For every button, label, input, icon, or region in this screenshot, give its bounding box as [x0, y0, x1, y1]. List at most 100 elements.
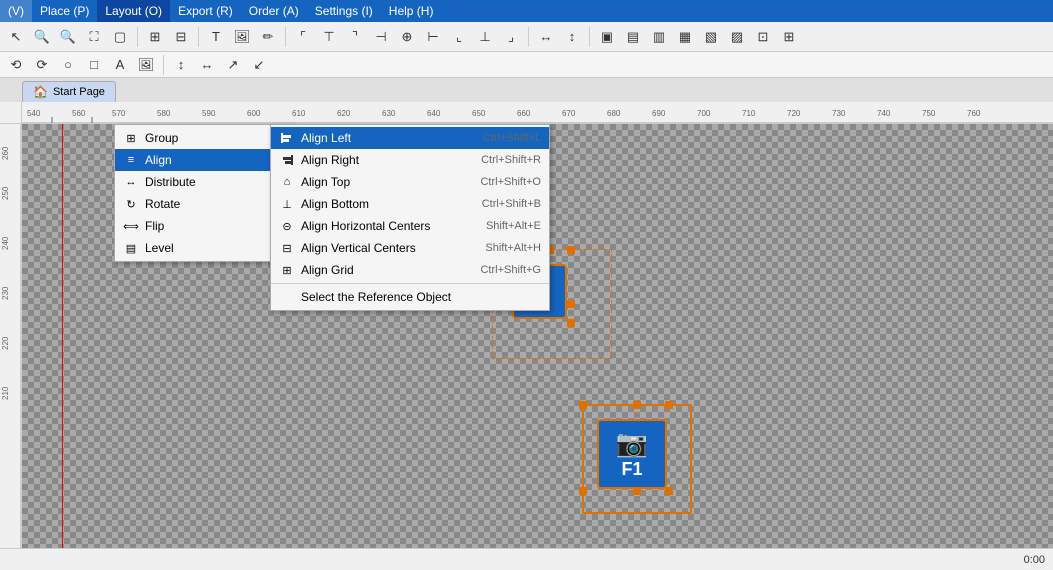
- menu-level[interactable]: ▤ Level ▶: [115, 237, 293, 259]
- handle-mr-1[interactable]: [567, 300, 575, 308]
- handle-bm-2[interactable]: [633, 487, 641, 495]
- tool-more1[interactable]: ▣: [595, 25, 619, 49]
- align-sep: [271, 283, 549, 284]
- menu-v[interactable]: (V): [0, 0, 32, 22]
- menu-rotate[interactable]: ↻ Rotate ▶: [115, 193, 293, 215]
- sub-tool-5[interactable]: A: [108, 53, 132, 77]
- sub-tool-10[interactable]: ↙: [247, 53, 271, 77]
- sub-tool-3[interactable]: ○: [56, 53, 80, 77]
- svg-text:620: 620: [337, 109, 351, 118]
- tool-align-tl[interactable]: ⌜: [291, 25, 315, 49]
- menu-settings[interactable]: Settings (I): [307, 0, 381, 22]
- canvas-object-2[interactable]: 📷 F1: [597, 419, 667, 489]
- red-guide-line: [62, 124, 63, 548]
- tool-fit[interactable]: ⛶: [82, 25, 106, 49]
- sub-tool-7[interactable]: ↕: [169, 53, 193, 77]
- handle-tm-2[interactable]: [633, 401, 641, 409]
- tool-zoom-in[interactable]: 🔍: [30, 25, 54, 49]
- tool-align-bl[interactable]: ⌞: [447, 25, 471, 49]
- handle-br-2[interactable]: [665, 487, 673, 495]
- select-ref-label: Select the Reference Object: [301, 290, 541, 304]
- align-left-shortcut: Ctrl+Shift+L: [463, 132, 541, 144]
- tool-align-tc[interactable]: ⊤: [317, 25, 341, 49]
- align-right-label: Align Right: [301, 153, 455, 167]
- group-label: Group: [145, 131, 271, 145]
- menu-flip[interactable]: ⟺ Flip ▶: [115, 215, 293, 237]
- align-right-item[interactable]: Align Right Ctrl+Shift+R: [271, 149, 549, 171]
- tool-image[interactable]: 🖼: [230, 25, 254, 49]
- handle-bl-2[interactable]: [579, 487, 587, 495]
- sep2: [198, 27, 199, 47]
- align-label: Align: [145, 153, 271, 167]
- handle-tr-2[interactable]: [665, 401, 673, 409]
- sub-tool-8[interactable]: ↔: [195, 53, 219, 77]
- home-icon: 🏠: [33, 85, 48, 99]
- tool-more4[interactable]: ▦: [673, 25, 697, 49]
- align-v-center-item[interactable]: ⊟ Align Vertical Centers Shift+Alt+H: [271, 237, 549, 259]
- sub-tool-4[interactable]: □: [82, 53, 106, 77]
- menu-export[interactable]: Export (R): [170, 0, 241, 22]
- handle-tr-1[interactable]: [567, 246, 575, 254]
- svg-text:240: 240: [1, 236, 10, 250]
- sep5: [589, 27, 590, 47]
- align-right-icon: [279, 152, 295, 168]
- svg-text:760: 760: [967, 109, 981, 118]
- align-h-center-label: Align Horizontal Centers: [301, 219, 460, 233]
- layout-dropdown: ⊞ Group ▶ ≡ Align ▶ ↔ Distribute ▶ ↻ Rot…: [114, 124, 294, 262]
- svg-text:630: 630: [382, 109, 396, 118]
- tool-align-tr[interactable]: ⌝: [343, 25, 367, 49]
- tool-pointer[interactable]: ↖: [4, 25, 28, 49]
- select-ref-item[interactable]: Select the Reference Object: [271, 286, 549, 308]
- menu-group[interactable]: ⊞ Group ▶: [115, 127, 293, 149]
- align-left-item[interactable]: Align Left Ctrl+Shift+L: [271, 127, 549, 149]
- tool-align-mc[interactable]: ⊕: [395, 25, 419, 49]
- tool-dist-h[interactable]: ↔: [534, 25, 558, 49]
- tool-more5[interactable]: ▧: [699, 25, 723, 49]
- align-grid-item[interactable]: ⊞ Align Grid Ctrl+Shift+G: [271, 259, 549, 281]
- tool-select[interactable]: ▢: [108, 25, 132, 49]
- tab-bar: 🏠 Start Page: [0, 78, 1053, 102]
- align-h-center-icon: ⊝: [279, 218, 295, 234]
- menu-order[interactable]: Order (A): [241, 0, 307, 22]
- tool-more2[interactable]: ▤: [621, 25, 645, 49]
- tool-more6[interactable]: ▨: [725, 25, 749, 49]
- align-bottom-item[interactable]: ⊥ Align Bottom Ctrl+Shift+B: [271, 193, 549, 215]
- tool-text[interactable]: T: [204, 25, 228, 49]
- sep4: [528, 27, 529, 47]
- start-page-tab[interactable]: 🏠 Start Page: [22, 81, 116, 102]
- sub-tool-9[interactable]: ↗: [221, 53, 245, 77]
- tool-align-mr[interactable]: ⊢: [421, 25, 445, 49]
- svg-text:580: 580: [157, 109, 171, 118]
- align-top-label: Align Top: [301, 175, 454, 189]
- tool-align-ml[interactable]: ⊣: [369, 25, 393, 49]
- sub-tool-6[interactable]: 🖼: [134, 53, 158, 77]
- align-menu-icon: ≡: [123, 152, 139, 168]
- tool-group[interactable]: ⊞: [143, 25, 167, 49]
- svg-text:690: 690: [652, 109, 666, 118]
- align-h-center-item[interactable]: ⊝ Align Horizontal Centers Shift+Alt+E: [271, 215, 549, 237]
- tool-more3[interactable]: ▥: [647, 25, 671, 49]
- tool-more7[interactable]: ⊡: [751, 25, 775, 49]
- sub-tool-2[interactable]: ⟳: [30, 53, 54, 77]
- status-bar: 0:00: [0, 548, 1053, 570]
- tool-dist-v[interactable]: ↕: [560, 25, 584, 49]
- menu-align[interactable]: ≡ Align ▶: [115, 149, 293, 171]
- handle-br-1[interactable]: [567, 319, 575, 327]
- tool-align-br[interactable]: ⌟: [499, 25, 523, 49]
- svg-text:220: 220: [1, 336, 10, 350]
- align-top-item[interactable]: ⌂ Align Top Ctrl+Shift+O: [271, 171, 549, 193]
- tool-ungroup[interactable]: ⊟: [169, 25, 193, 49]
- tool-path[interactable]: ✏: [256, 25, 280, 49]
- tool-zoom-out[interactable]: 🔍: [56, 25, 80, 49]
- menu-distribute[interactable]: ↔ Distribute ▶: [115, 171, 293, 193]
- sub-tool-1[interactable]: ⟲: [4, 53, 28, 77]
- svg-text:540: 540: [27, 109, 41, 118]
- tab-label: Start Page: [53, 86, 105, 98]
- menu-layout[interactable]: Layout (O): [97, 0, 170, 22]
- svg-text:230: 230: [1, 286, 10, 300]
- tool-more8[interactable]: ⊞: [777, 25, 801, 49]
- tool-align-bc[interactable]: ⊥: [473, 25, 497, 49]
- menu-help[interactable]: Help (H): [381, 0, 442, 22]
- menu-place[interactable]: Place (P): [32, 0, 97, 22]
- handle-tl-2[interactable]: [579, 401, 587, 409]
